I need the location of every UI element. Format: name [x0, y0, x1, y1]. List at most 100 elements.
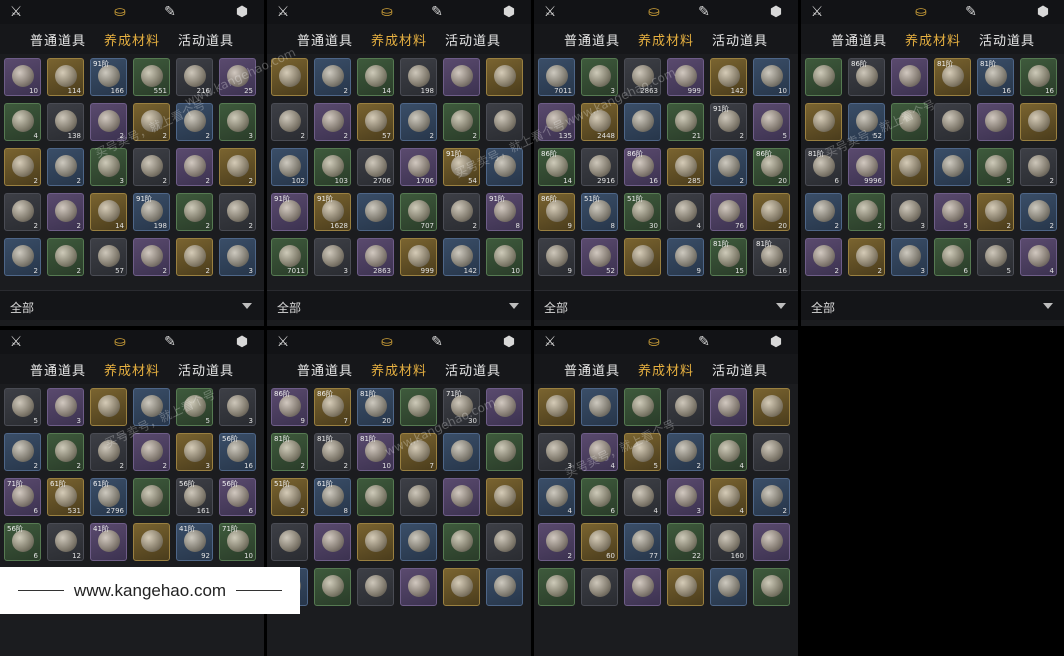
item-slot[interactable]: 86阶 7: [314, 388, 351, 426]
item-slot[interactable]: 2: [538, 523, 575, 561]
item-slot[interactable]: 60: [581, 523, 618, 561]
item-slot[interactable]: 3: [891, 238, 928, 276]
item-slot[interactable]: 2: [271, 103, 308, 141]
item-slot[interactable]: [624, 238, 661, 276]
item-slot[interactable]: [357, 568, 394, 606]
badge-icon[interactable]: ⬢: [1033, 2, 1053, 22]
item-slot[interactable]: 86阶 9: [538, 193, 575, 231]
item-slot[interactable]: 5: [977, 148, 1014, 186]
item-slot[interactable]: 2: [4, 433, 41, 471]
item-slot[interactable]: 2: [4, 193, 41, 231]
ingot-icon[interactable]: ⛀: [644, 332, 664, 352]
tab-2[interactable]: 养成材料: [371, 30, 427, 49]
item-slot[interactable]: 22: [667, 523, 704, 561]
item-slot[interactable]: 2: [133, 433, 170, 471]
item-slot[interactable]: 91阶 2: [710, 103, 747, 141]
item-slot[interactable]: [443, 523, 480, 561]
ingot-icon[interactable]: ⛀: [110, 2, 130, 22]
tab-3[interactable]: 活动道具: [178, 360, 234, 379]
item-slot[interactable]: [271, 523, 308, 561]
item-slot[interactable]: 2: [4, 238, 41, 276]
item-slot[interactable]: [133, 523, 170, 561]
item-slot[interactable]: 7011: [538, 58, 575, 96]
tab-1[interactable]: 普通道具: [30, 30, 86, 49]
ingot-icon[interactable]: ⛀: [377, 332, 397, 352]
item-slot[interactable]: [934, 103, 971, 141]
item-slot[interactable]: 56阶 161: [176, 478, 213, 516]
item-slot[interactable]: 57: [90, 238, 127, 276]
filter-dropdown[interactable]: 全部: [0, 290, 264, 320]
item-slot[interactable]: 3: [219, 238, 256, 276]
item-slot[interactable]: 71阶 10: [219, 523, 256, 561]
item-slot[interactable]: 71阶 30: [443, 388, 480, 426]
item-slot[interactable]: [538, 568, 575, 606]
badge-icon[interactable]: ⬢: [232, 332, 252, 352]
item-slot[interactable]: 216: [176, 58, 213, 96]
item-slot[interactable]: 2: [977, 193, 1014, 231]
item-slot[interactable]: [977, 103, 1014, 141]
badge-icon[interactable]: ⬢: [499, 2, 519, 22]
item-slot[interactable]: 2: [176, 193, 213, 231]
item-slot[interactable]: 2: [710, 148, 747, 186]
item-slot[interactable]: 61阶 531: [47, 478, 84, 516]
item-slot[interactable]: 2: [314, 58, 351, 96]
scroll-icon[interactable]: ✎: [427, 2, 447, 22]
scroll-icon[interactable]: ✎: [427, 332, 447, 352]
item-slot[interactable]: 2: [753, 478, 790, 516]
item-slot[interactable]: 551: [133, 58, 170, 96]
item-slot[interactable]: 138: [47, 103, 84, 141]
item-slot[interactable]: [486, 523, 523, 561]
swords-icon[interactable]: ⚔: [6, 332, 26, 352]
item-slot[interactable]: [443, 433, 480, 471]
item-slot[interactable]: 52: [848, 103, 885, 141]
item-slot[interactable]: 2: [90, 433, 127, 471]
item-slot[interactable]: 2: [133, 148, 170, 186]
item-slot[interactable]: 81阶: [934, 58, 971, 96]
filter-dropdown[interactable]: 全部: [534, 290, 798, 320]
scroll-icon[interactable]: ✎: [160, 2, 180, 22]
item-slot[interactable]: 2706: [357, 148, 394, 186]
item-slot[interactable]: 6: [581, 478, 618, 516]
item-slot[interactable]: [581, 388, 618, 426]
item-slot[interactable]: [400, 523, 437, 561]
tab-3[interactable]: 活动道具: [445, 360, 501, 379]
swords-icon[interactable]: ⚔: [807, 2, 827, 22]
item-slot[interactable]: 4: [667, 193, 704, 231]
item-slot[interactable]: 91阶 1628: [314, 193, 351, 231]
item-slot[interactable]: 61阶 2796: [90, 478, 127, 516]
item-slot[interactable]: 2916: [581, 148, 618, 186]
item-slot[interactable]: 2: [1020, 193, 1057, 231]
item-slot[interactable]: 5: [176, 388, 213, 426]
item-slot[interactable]: 9996: [848, 148, 885, 186]
item-slot[interactable]: 41阶 92: [176, 523, 213, 561]
item-slot[interactable]: [314, 568, 351, 606]
item-slot[interactable]: 2: [1020, 148, 1057, 186]
item-slot[interactable]: [486, 388, 523, 426]
tab-3[interactable]: 活动道具: [178, 30, 234, 49]
item-slot[interactable]: 5: [753, 103, 790, 141]
item-slot[interactable]: 2: [443, 103, 480, 141]
item-slot[interactable]: 2: [47, 238, 84, 276]
tab-1[interactable]: 普通道具: [831, 30, 887, 49]
item-slot[interactable]: [90, 388, 127, 426]
tab-1[interactable]: 普通道具: [564, 30, 620, 49]
item-slot[interactable]: 81阶 2: [271, 433, 308, 471]
item-slot[interactable]: 3: [314, 238, 351, 276]
item-slot[interactable]: 81阶 10: [357, 433, 394, 471]
item-slot[interactable]: [443, 568, 480, 606]
item-slot[interactable]: [667, 388, 704, 426]
item-slot[interactable]: 91阶 54: [443, 148, 480, 186]
item-slot[interactable]: 4: [581, 433, 618, 471]
item-slot[interactable]: 2: [133, 103, 170, 141]
item-slot[interactable]: 21: [667, 103, 704, 141]
item-slot[interactable]: 2: [47, 433, 84, 471]
item-slot[interactable]: [710, 568, 747, 606]
tab-1[interactable]: 普通道具: [30, 360, 86, 379]
item-slot[interactable]: 3: [667, 478, 704, 516]
item-slot[interactable]: 61阶 8: [314, 478, 351, 516]
item-slot[interactable]: 707: [400, 193, 437, 231]
item-slot[interactable]: 86阶 20: [753, 148, 790, 186]
tab-2[interactable]: 养成材料: [905, 30, 961, 49]
item-slot[interactable]: 114: [47, 58, 84, 96]
item-slot[interactable]: 3: [581, 58, 618, 96]
